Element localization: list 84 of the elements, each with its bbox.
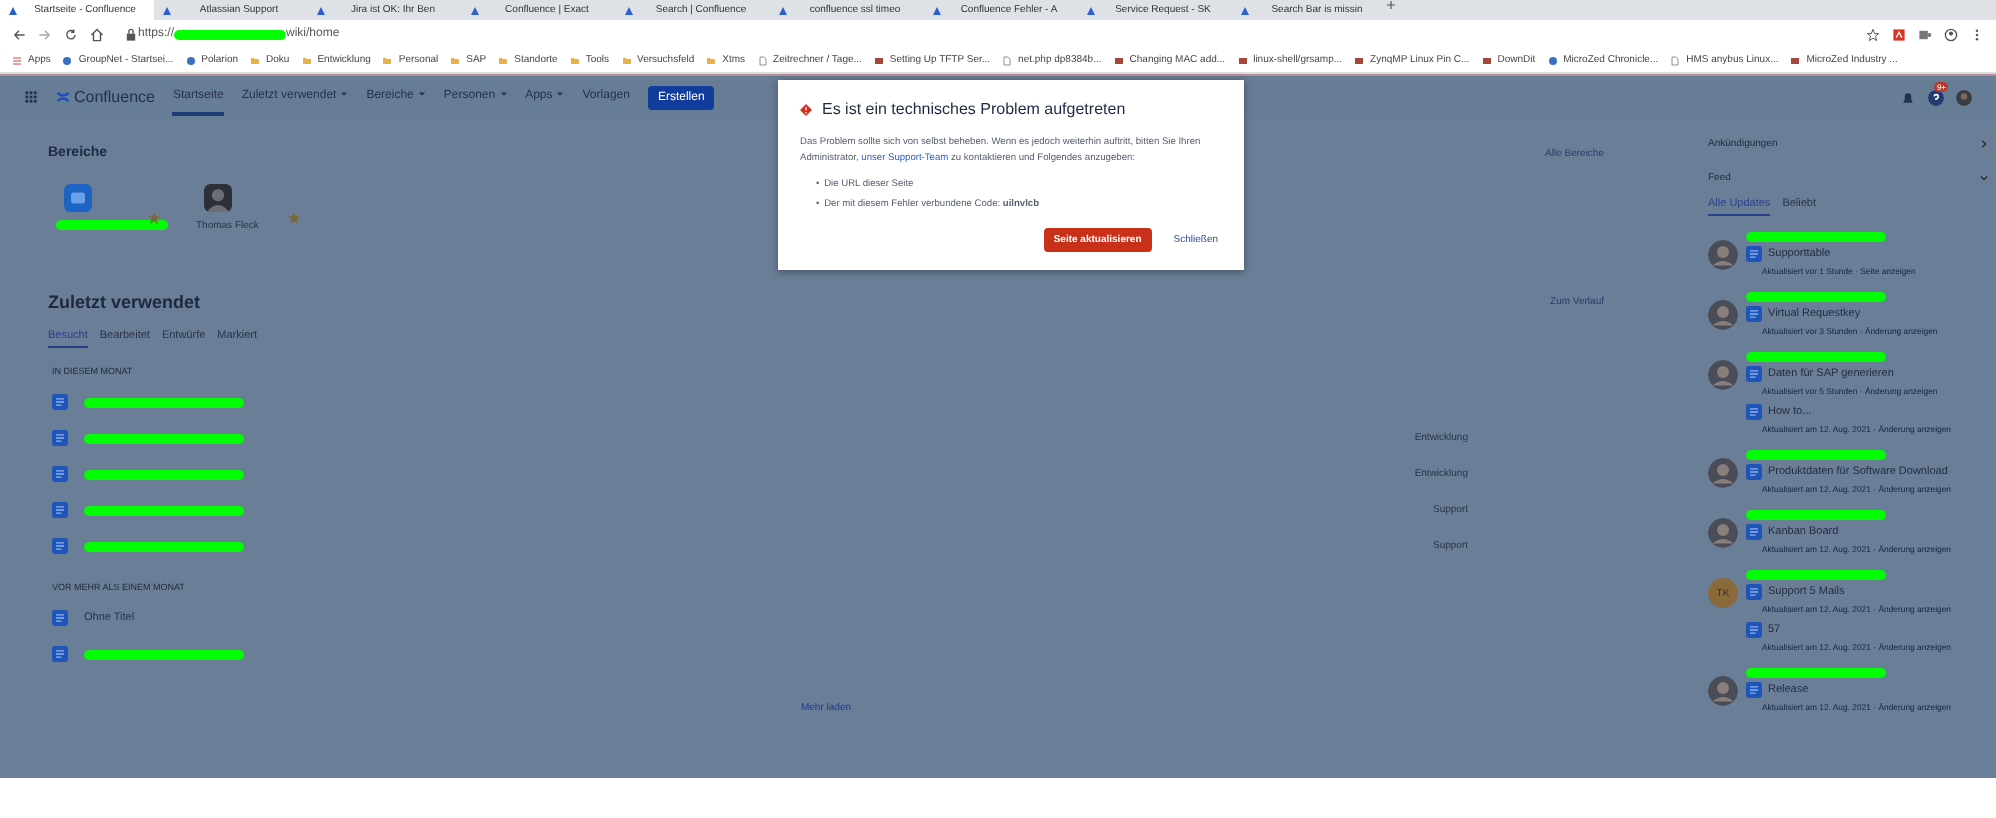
user-avatar[interactable] [1708,360,1738,390]
lock-icon [124,27,138,41]
star-icon[interactable] [288,212,300,224]
redaction-mark [1746,570,1886,580]
page-icon[interactable] [1746,524,1762,540]
folder-icon [569,55,580,65]
folder-icon [621,55,632,65]
star-icon[interactable] [1866,27,1880,41]
page-icon[interactable] [52,502,68,518]
redaction-mark [1746,232,1886,242]
redaction-mark [174,29,287,39]
redaction-mark [1746,668,1886,678]
favicon-icon [1086,5,1096,15]
favicon-icon [1240,5,1250,15]
page-icon[interactable] [1746,464,1762,480]
folder-icon [382,55,393,65]
page-icon[interactable] [1746,584,1762,600]
favicon-icon [8,5,18,15]
redaction-mark [1746,510,1886,520]
dropdown-icon[interactable] [1980,174,1988,182]
page-icon[interactable] [1746,246,1762,262]
site-icon [1481,55,1492,65]
folder-icon [450,55,461,65]
page-icon[interactable] [52,538,68,554]
favicon-icon [778,5,788,15]
pdf-icon[interactable] [1892,27,1906,41]
favicon-icon [316,5,326,15]
forward-icon[interactable] [38,27,52,41]
avatar-icon[interactable] [1956,89,1972,105]
folder-icon [301,55,312,65]
page-icon[interactable] [52,610,68,626]
star-icon[interactable] [148,212,160,224]
help-icon[interactable] [1928,89,1944,105]
user-avatar[interactable] [1708,240,1738,270]
site-icon [873,55,884,65]
folder-icon [706,55,717,65]
notification-icon[interactable] [1900,89,1916,105]
user-avatar[interactable] [1708,300,1738,330]
section-heading: Zuletzt verwendet [48,292,201,312]
dialog-title: Es ist ein technisches Problem aufgetreten [822,100,1126,118]
page-icon[interactable] [52,430,68,446]
site-icon [1354,55,1365,65]
page-icon[interactable] [1746,622,1762,638]
user-avatar[interactable] [1708,518,1738,548]
new-tab-icon[interactable] [1386,0,1396,10]
globe-icon [185,55,196,65]
redaction-mark [1746,352,1886,362]
page-icon [1002,55,1013,65]
page-icon[interactable] [52,394,68,410]
favicon-icon [932,5,942,15]
page-icon[interactable] [1746,366,1762,382]
favicon-icon [624,5,634,15]
favicon-icon [162,5,172,15]
chevron-icon[interactable] [1980,140,1988,148]
page-icon[interactable] [1746,682,1762,698]
grid-icon [12,55,22,65]
globe-icon [62,55,73,65]
redaction-mark [1746,292,1886,302]
site-icon [1113,55,1124,65]
reload-icon[interactable] [64,27,78,41]
user-avatar[interactable] [1708,676,1738,706]
page-icon[interactable] [52,646,68,662]
app-switcher-icon[interactable] [24,90,38,104]
back-icon[interactable] [12,27,26,41]
page-icon[interactable] [1746,306,1762,322]
home-icon[interactable] [90,27,104,41]
page-icon[interactable] [1746,404,1762,420]
user-avatar[interactable] [1708,458,1738,488]
folder-icon [498,55,509,65]
favicon-icon [470,5,480,15]
redaction-mark [1746,450,1886,460]
menu-icon[interactable] [1970,27,1984,41]
profile-icon[interactable] [1944,27,1958,41]
page-icon[interactable] [52,466,68,482]
page-icon [1670,55,1681,65]
space-icon[interactable] [64,184,92,212]
folder-icon [250,55,261,65]
globe-icon [1547,55,1558,65]
site-icon [1790,55,1801,65]
extension-icon[interactable] [1918,27,1932,41]
page-icon [757,55,768,65]
error-icon [800,103,812,115]
site-icon [1237,55,1248,65]
person-avatar-icon[interactable] [204,184,232,212]
